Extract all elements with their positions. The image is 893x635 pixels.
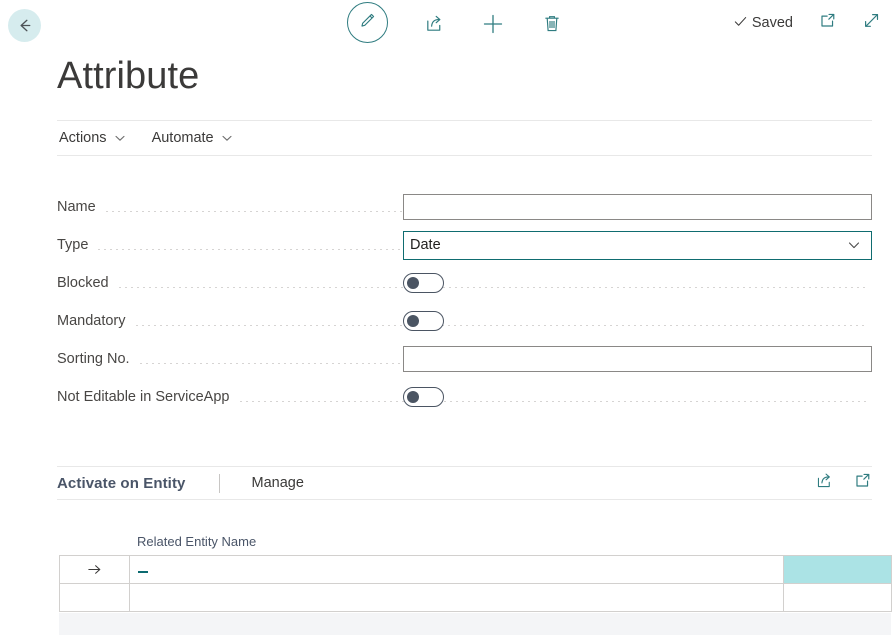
subpage-header-commands (814, 473, 872, 493)
type-dropdown-value: Date (410, 237, 847, 253)
field-label-sorting-no: Sorting No. (57, 351, 138, 367)
share-icon (424, 13, 445, 39)
open-external-icon (818, 11, 837, 35)
table-row[interactable] (60, 584, 892, 612)
check-icon (733, 14, 748, 33)
field-row-name: Name (57, 188, 872, 226)
blocked-toggle[interactable] (403, 273, 444, 293)
subpage-share-button[interactable] (814, 473, 834, 493)
chevron-down-icon (221, 132, 233, 144)
cell-related-entity-name[interactable] (130, 584, 784, 612)
share-icon (815, 471, 834, 495)
divider (219, 474, 220, 493)
row-indicator-cell (60, 556, 130, 584)
subpage-header: Activate on Entity Manage (57, 466, 872, 500)
pencil-icon (358, 11, 377, 35)
grid-table (59, 555, 892, 612)
expand-button[interactable] (861, 13, 881, 33)
manage-menu-button[interactable]: Manage (252, 475, 304, 491)
related-entity-grid: Related Entity Name (59, 528, 891, 635)
top-command-bar: Saved (0, 0, 893, 57)
status-badge: Saved (733, 14, 793, 33)
plus-icon (481, 12, 505, 41)
sorting-no-input[interactable] (403, 346, 872, 372)
field-control-mandatory (403, 311, 444, 331)
share-button[interactable] (421, 13, 447, 39)
actions-bar: Actions Automate (57, 120, 872, 156)
cell-trailing[interactable] (784, 584, 892, 612)
chevron-down-icon (114, 132, 126, 144)
actions-menu-label: Actions (59, 130, 107, 146)
toggle-knob (407, 315, 419, 327)
new-button[interactable] (480, 13, 506, 39)
not-editable-in-serviceapp-toggle[interactable] (403, 387, 444, 407)
field-control-not-editable-in-serviceapp (403, 387, 444, 407)
open-external-icon (853, 471, 872, 495)
automate-menu-button[interactable]: Automate (150, 128, 235, 148)
trash-icon (542, 13, 562, 39)
diagonal-arrows-icon (862, 11, 881, 35)
status-label: Saved (752, 15, 793, 31)
field-control-blocked (403, 273, 444, 293)
edit-button[interactable] (347, 2, 388, 43)
page-title: Attribute (57, 52, 199, 100)
table-row[interactable] (60, 556, 892, 584)
center-command-group (355, 9, 565, 43)
field-row-mandatory: Mandatory (57, 302, 872, 340)
right-command-group: Saved (733, 13, 881, 33)
field-row-sorting-no: Sorting No. (57, 340, 872, 378)
mandatory-toggle[interactable] (403, 311, 444, 331)
field-row-not-editable-in-serviceapp: Not Editable in ServiceApp (57, 378, 872, 416)
leader-dots (117, 287, 866, 288)
type-dropdown[interactable]: Date (403, 231, 872, 260)
delete-button[interactable] (539, 13, 565, 39)
field-label-type: Type (57, 237, 96, 253)
field-label-blocked: Blocked (57, 275, 117, 291)
cell-related-entity-name[interactable] (130, 556, 784, 584)
column-header-related-entity-name: Related Entity Name (137, 534, 256, 549)
name-input[interactable] (403, 194, 872, 220)
field-control-type: Date (403, 231, 872, 260)
leader-dots (134, 325, 866, 326)
automate-menu-label: Automate (152, 130, 214, 146)
open-in-new-window-button[interactable] (817, 13, 837, 33)
chevron-down-icon[interactable] (847, 238, 865, 252)
grid-column-header: Related Entity Name (59, 528, 891, 555)
arrow-left-icon (15, 16, 34, 35)
field-label-mandatory: Mandatory (57, 313, 134, 329)
field-control-name (403, 194, 872, 220)
actions-menu-button[interactable]: Actions (57, 128, 128, 148)
cell-selected-trailing[interactable] (784, 556, 892, 584)
field-row-blocked: Blocked (57, 264, 872, 302)
field-control-sorting-no (403, 346, 872, 372)
attribute-form: Name Type Date Blocked (57, 188, 872, 416)
leader-dots (238, 401, 867, 402)
toggle-knob (407, 391, 419, 403)
arrow-right-icon (68, 561, 121, 578)
empty-value-dash (138, 571, 148, 573)
field-row-type: Type Date (57, 226, 872, 264)
field-label-not-editable-in-serviceapp: Not Editable in ServiceApp (57, 389, 238, 405)
toggle-knob (407, 277, 419, 289)
row-indicator-cell (60, 584, 130, 612)
subpage-open-in-excel-button[interactable] (852, 473, 872, 493)
back-button[interactable] (8, 9, 41, 42)
subpage-title: Activate on Entity (57, 475, 186, 492)
grid-footer (59, 613, 891, 635)
field-label-name: Name (57, 199, 104, 215)
